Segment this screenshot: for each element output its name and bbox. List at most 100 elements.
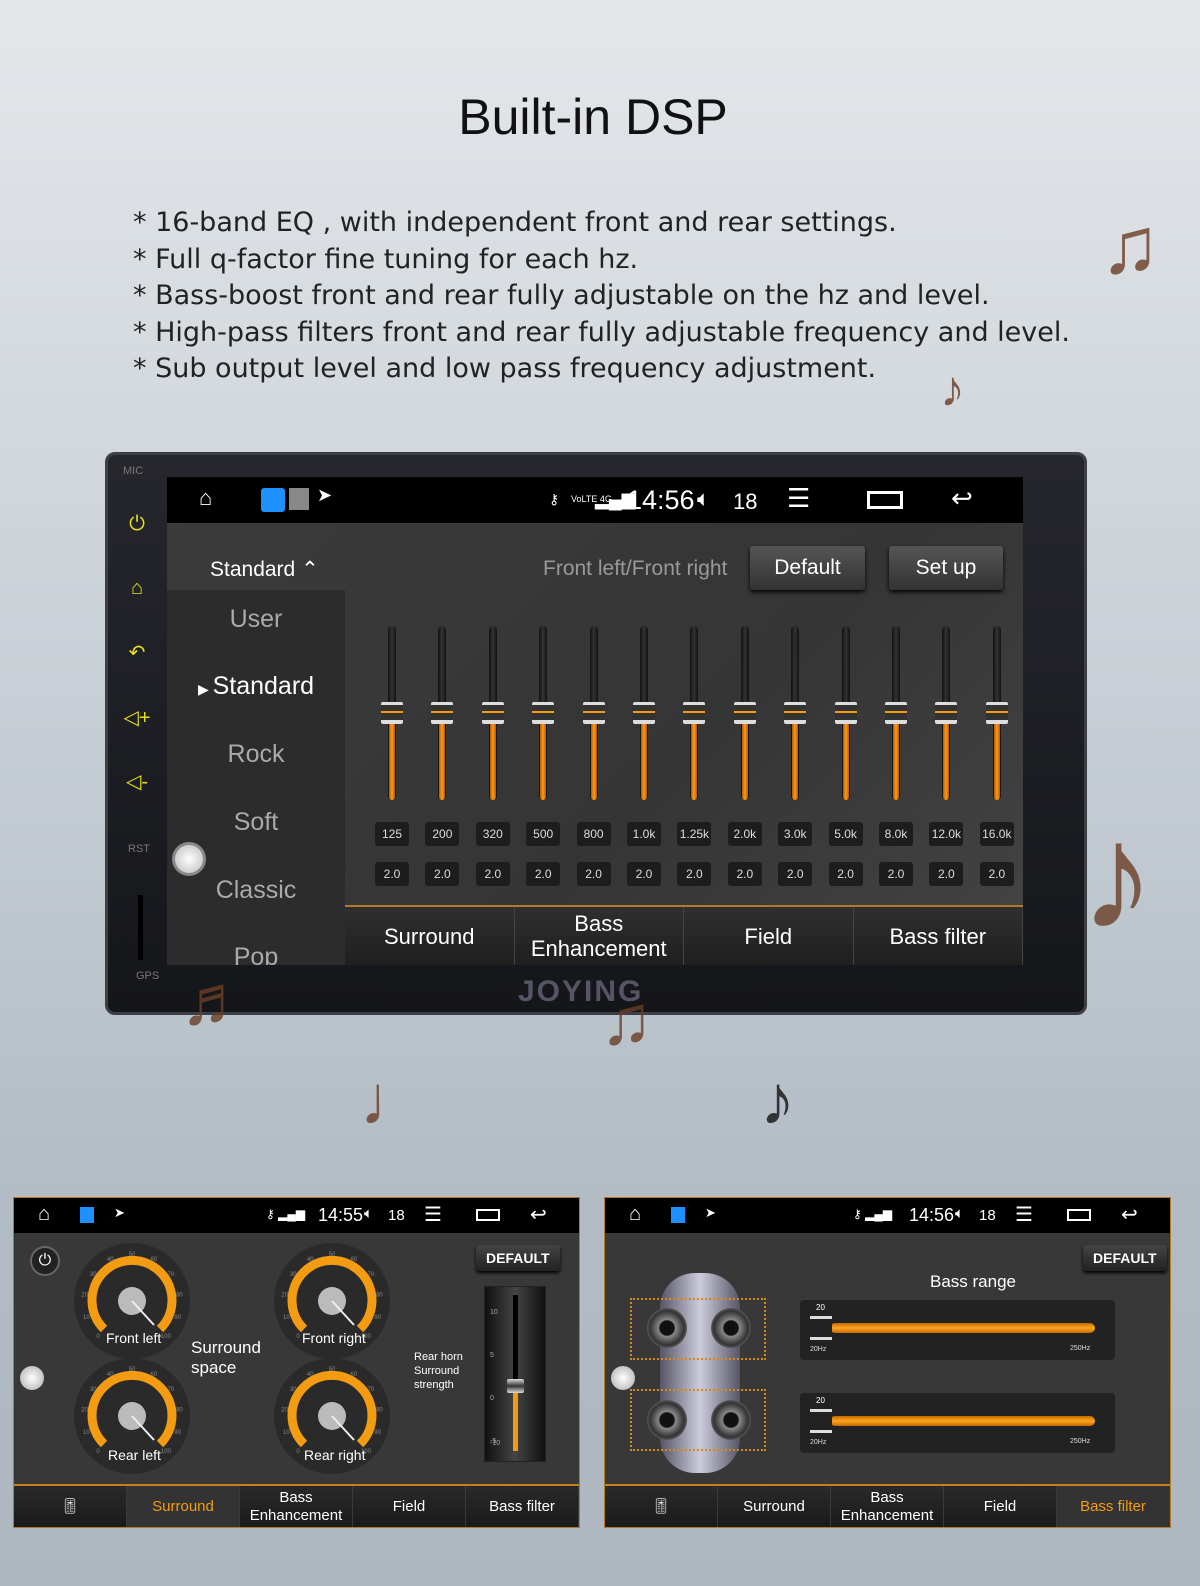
front-bass-range-slider[interactable]: 20 20Hz 250Hz bbox=[800, 1300, 1115, 1360]
menu-icon[interactable]: ☰ bbox=[1015, 1202, 1033, 1227]
preset-item-soft[interactable]: Soft bbox=[167, 808, 345, 837]
eq-slider-handle[interactable] bbox=[834, 702, 857, 724]
slider-handle[interactable] bbox=[810, 1409, 832, 1433]
scale-label: 0 bbox=[490, 1395, 494, 1402]
eq-frequency-box[interactable]: 125 bbox=[375, 822, 409, 846]
menu-icon[interactable]: ☰ bbox=[787, 483, 810, 514]
rear-bass-range-slider[interactable]: 20 20Hz 250Hz bbox=[800, 1393, 1115, 1453]
slider-handle[interactable] bbox=[507, 1379, 524, 1393]
tab-surround[interactable]: Surround bbox=[345, 907, 515, 965]
eq-q-box[interactable]: 2.0 bbox=[828, 862, 863, 886]
scale-label: 5 bbox=[490, 1352, 494, 1359]
preset-item-user[interactable]: User bbox=[167, 605, 345, 634]
eq-q-box[interactable]: 2.0 bbox=[929, 862, 964, 886]
volume-up-icon[interactable]: ◁+ bbox=[122, 705, 152, 730]
back-icon[interactable]: ↩ bbox=[1121, 1202, 1138, 1227]
eq-slider-handle[interactable] bbox=[431, 702, 454, 724]
eq-slider-handle[interactable] bbox=[784, 702, 807, 724]
tab-bass-enhancement[interactable]: Bass Enhancement bbox=[831, 1486, 944, 1527]
preset-item-classic[interactable]: Classic bbox=[167, 876, 345, 905]
app-icon bbox=[261, 488, 285, 512]
setup-button[interactable]: Set up bbox=[889, 546, 1003, 590]
eq-q-box[interactable]: 2.0 bbox=[979, 862, 1014, 886]
eq-slider-handle[interactable] bbox=[985, 702, 1008, 724]
home-icon[interactable]: ⌂ bbox=[199, 485, 212, 511]
eq-q-box[interactable]: 2.0 bbox=[576, 862, 611, 886]
eq-q-box[interactable]: 2.0 bbox=[375, 862, 409, 886]
default-button[interactable]: Default bbox=[750, 546, 865, 590]
tab-bass-enhancement[interactable]: Bass Enhancement bbox=[515, 907, 684, 965]
preset-value: Standard bbox=[210, 558, 296, 581]
tab-bass-enhancement[interactable]: Bass Enhancement bbox=[240, 1486, 353, 1527]
eq-frequency-box[interactable]: 16.0k bbox=[979, 822, 1014, 846]
rear-strength-slider[interactable]: 10 5 0 -5 -10 bbox=[484, 1286, 546, 1462]
eq-slider-handle[interactable] bbox=[733, 702, 756, 724]
eq-q-box[interactable]: 2.0 bbox=[677, 862, 712, 886]
dial-tick-label: 30 bbox=[290, 1387, 297, 1393]
home-icon[interactable]: ⌂ bbox=[122, 577, 152, 600]
tab-equalizer-icon[interactable]: 🎚︎ bbox=[605, 1486, 718, 1527]
tab-equalizer-icon[interactable]: 🎚︎ bbox=[14, 1486, 127, 1527]
eq-slider-handle[interactable] bbox=[532, 702, 555, 724]
eq-slider-fill bbox=[792, 713, 799, 800]
eq-frequency-box[interactable]: 500 bbox=[526, 822, 561, 846]
eq-q-box[interactable]: 2.0 bbox=[879, 862, 913, 886]
tab-bass-filter[interactable]: Bass filter bbox=[466, 1486, 579, 1527]
volume-down-icon[interactable]: ◁- bbox=[122, 769, 152, 794]
preset-item-standard[interactable]: ▶ Standard bbox=[167, 672, 345, 701]
home-icon[interactable]: ⌂ bbox=[629, 1203, 641, 1226]
back-icon[interactable]: ↩ bbox=[951, 483, 973, 514]
eq-slider-fill bbox=[741, 713, 748, 800]
surround-panel: ⌂ ➤ ⚷ ▂▄▆ 14:55 🔈︎ 18 ☰ ↩ ⏻ 0 10 20 30 40 50 6… bbox=[13, 1197, 580, 1528]
music-note-icon: ♫ bbox=[1100, 201, 1160, 290]
back-icon[interactable]: ↶ bbox=[122, 640, 152, 665]
eq-q-box[interactable]: 2.0 bbox=[425, 862, 460, 886]
eq-slider-handle[interactable] bbox=[481, 702, 504, 724]
default-button[interactable]: DEFAULT bbox=[476, 1245, 560, 1271]
tab-bass-filter[interactable]: Bass filter bbox=[854, 907, 1023, 965]
assistive-touch-button[interactable] bbox=[611, 1366, 635, 1390]
eq-frequency-box[interactable]: 1.25k bbox=[677, 822, 712, 846]
eq-slider-handle[interactable] bbox=[683, 702, 706, 724]
eq-frequency-box[interactable]: 320 bbox=[475, 822, 510, 846]
power-icon[interactable]: ⏻ bbox=[122, 513, 152, 536]
tab-field[interactable]: Field bbox=[353, 1486, 466, 1527]
eq-q-box[interactable]: 2.0 bbox=[526, 862, 561, 886]
eq-slider-handle[interactable] bbox=[885, 702, 907, 724]
rear-horn-label: Rear horn Surround strength bbox=[414, 1351, 463, 1391]
eq-frequency-box[interactable]: 200 bbox=[425, 822, 460, 846]
eq-frequency-box[interactable]: 12.0k bbox=[929, 822, 964, 846]
eq-q-box[interactable]: 2.0 bbox=[727, 862, 762, 886]
eq-q-box[interactable]: 2.0 bbox=[475, 862, 510, 886]
speaker-icon bbox=[647, 1400, 687, 1440]
default-button[interactable]: DEFAULT bbox=[1083, 1245, 1167, 1271]
eq-frequency-box[interactable]: 3.0k bbox=[778, 822, 813, 846]
eq-slider-handle[interactable] bbox=[582, 702, 605, 724]
slider-handle[interactable] bbox=[810, 1316, 832, 1340]
assistive-touch-button[interactable] bbox=[172, 842, 206, 876]
preset-dropdown[interactable]: Standard ⌃ bbox=[210, 557, 319, 582]
eq-frequency-box[interactable]: 1.0k bbox=[627, 822, 661, 846]
eq-frequency-box[interactable]: 8.0k bbox=[879, 822, 913, 846]
eq-slider-handle[interactable] bbox=[633, 702, 655, 724]
dial-tick-label: 40 bbox=[307, 1257, 314, 1263]
tab-field[interactable]: Field bbox=[684, 907, 854, 965]
tab-surround[interactable]: Surround bbox=[718, 1486, 831, 1527]
recent-apps-icon[interactable] bbox=[1067, 1209, 1091, 1221]
eq-slider-fill bbox=[993, 713, 1000, 800]
tab-bass-filter[interactable]: Bass filter bbox=[1057, 1486, 1170, 1527]
eq-frequency-box[interactable]: 800 bbox=[576, 822, 611, 846]
eq-slider-handle[interactable] bbox=[935, 702, 958, 724]
status-bar: ⌂ ➤ ⚷ VoLTE 4G ▂▄▆ 14:56 🔈︎ 18 ☰ ↩ bbox=[167, 477, 1023, 523]
preset-item-rock[interactable]: Rock bbox=[167, 740, 345, 769]
eq-slider-handle[interactable] bbox=[381, 702, 403, 724]
eq-q-box[interactable]: 2.0 bbox=[627, 862, 661, 886]
tab-field[interactable]: Field bbox=[944, 1486, 1057, 1527]
eq-q-box[interactable]: 2.0 bbox=[778, 862, 813, 886]
recent-apps-icon[interactable] bbox=[867, 491, 903, 509]
channel-label[interactable]: Front left/Front right bbox=[543, 557, 727, 581]
tab-surround[interactable]: Surround bbox=[127, 1486, 240, 1527]
eq-frequency-box[interactable]: 5.0k bbox=[828, 822, 863, 846]
eq-frequency-box[interactable]: 2.0k bbox=[727, 822, 762, 846]
sd-slot bbox=[138, 895, 143, 960]
